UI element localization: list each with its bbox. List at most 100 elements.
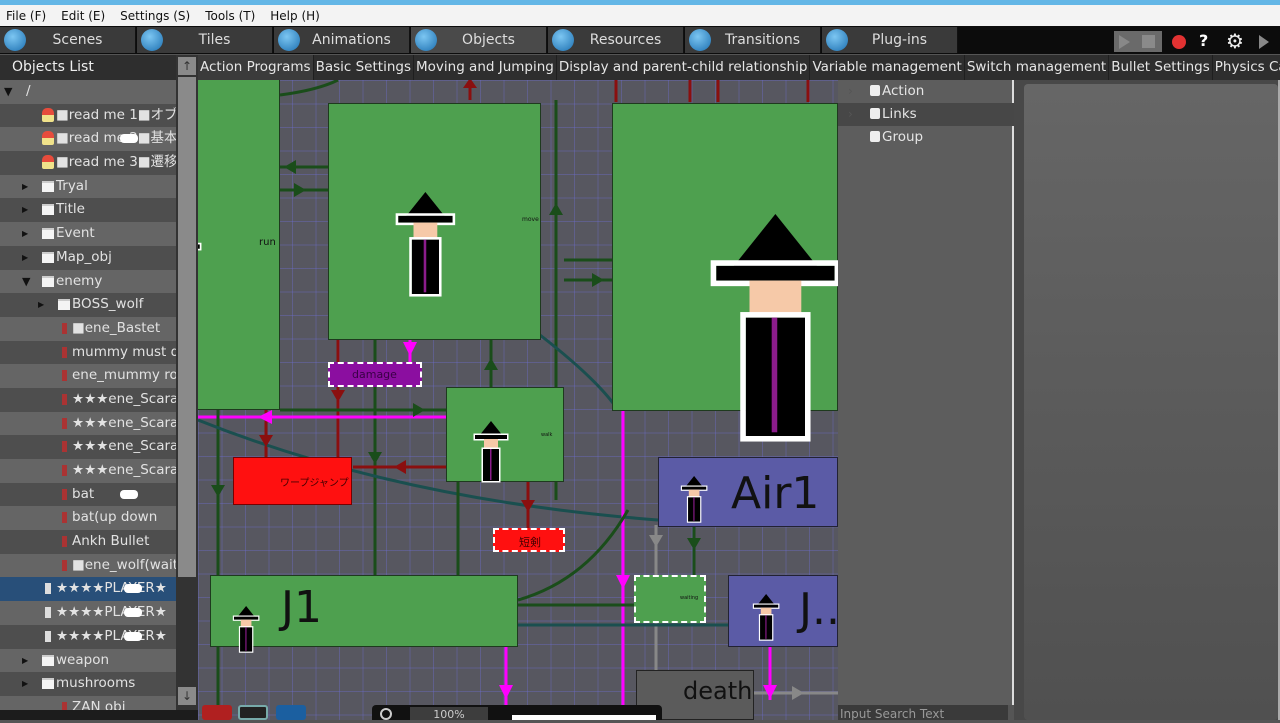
tree-item-label: bat(up down — [72, 509, 158, 526]
zoom-level[interactable]: 100% — [410, 707, 488, 721]
chevron-right-icon[interactable]: ▶ — [22, 198, 28, 221]
tree-item[interactable]: ■read me 3■遷移 — [0, 151, 176, 175]
tree-item[interactable]: ▶ Event — [0, 222, 176, 246]
tab-resources[interactable]: Resources — [548, 27, 684, 53]
node-damage[interactable]: damage — [328, 362, 422, 387]
menu-file[interactable]: File (F) — [6, 9, 46, 23]
tab-animations[interactable]: Animations — [274, 27, 410, 53]
tree-item[interactable]: ▶ Tryal — [0, 174, 176, 199]
tree-item[interactable]: ■read me 1■オブ — [0, 103, 176, 128]
menu-tools[interactable]: Tools (T) — [205, 9, 255, 23]
tree-item[interactable]: ★★★★PLAYER★ — [0, 577, 176, 602]
layout-icon[interactable] — [238, 705, 268, 720]
arrow-right-icon — [413, 403, 425, 417]
gear-icon[interactable]: ⚙ — [1226, 29, 1244, 53]
gamepad-icon — [124, 584, 142, 594]
tree-item[interactable]: ▶ Map_obj — [0, 245, 176, 270]
node-run[interactable]: run — [198, 80, 280, 410]
objects-list-scrollbar[interactable]: ↑ ↓ — [176, 55, 198, 720]
play-icon[interactable] — [1119, 35, 1130, 49]
gamepad-icon — [124, 608, 142, 618]
node-large-sprite[interactable] — [612, 103, 838, 442]
chevron-right-icon[interactable]: ▶ — [22, 175, 28, 198]
subtab-bullet-settings[interactable]: Bullet Settings — [1109, 55, 1213, 80]
menu-help[interactable]: Help (H) — [270, 9, 320, 23]
scroll-thumb[interactable] — [178, 77, 196, 577]
subtab-variable-management[interactable]: Variable management — [810, 55, 965, 80]
record-icon[interactable] — [1172, 35, 1186, 49]
tree-item[interactable]: ▶ Title — [0, 198, 176, 223]
menu-settings[interactable]: Settings (S) — [120, 9, 190, 23]
scroll-up-icon[interactable]: ↑ — [178, 57, 196, 75]
folder-icon — [42, 251, 54, 263]
tree-item[interactable]: ■read me 2■基本 — [0, 127, 176, 152]
node-walk[interactable]: walk — [446, 387, 564, 483]
tree-item[interactable]: ■ene_wolf(wait — [0, 553, 176, 578]
subtab-action-programs[interactable]: Action Programs — [198, 55, 314, 80]
node-warp-jump[interactable]: ワープジャンプ — [233, 457, 352, 505]
tree-item[interactable]: ★★★ene_Scara — [0, 459, 176, 483]
tab-transitions[interactable]: Transitions — [685, 27, 821, 53]
menu-edit[interactable]: Edit (E) — [61, 9, 105, 23]
subtab-moving-jumping[interactable]: Moving and Jumping — [414, 55, 557, 80]
tab-tiles[interactable]: Tiles — [137, 27, 273, 53]
tree-item-label: / — [26, 83, 31, 99]
tree-item[interactable]: ▶ weapon — [0, 648, 176, 673]
chevron-right-icon[interactable]: ▶ — [22, 222, 28, 245]
object-sprite-icon — [62, 441, 67, 453]
node-short-sword[interactable]: 短剣 — [493, 528, 565, 552]
arrow-down-icon — [368, 452, 382, 464]
subtab-physics[interactable]: Physics Ca — [1213, 55, 1280, 80]
tree-item[interactable]: ▼ / — [0, 80, 176, 104]
tree-item[interactable]: bat(up down — [0, 506, 176, 531]
chevron-down-icon[interactable]: ▼ — [22, 270, 30, 293]
tab-plugins[interactable]: Plug-ins — [822, 27, 958, 53]
node-j1[interactable]: J1 — [210, 575, 518, 653]
tab-scenes[interactable]: Scenes — [0, 27, 136, 53]
object-sprite-icon — [62, 322, 67, 334]
node-waiting[interactable]: waiting — [634, 575, 706, 623]
play-small-icon[interactable] — [1259, 35, 1269, 49]
help-icon[interactable]: ? — [1199, 31, 1208, 50]
mushroom-icon — [42, 107, 54, 122]
scroll-down-icon[interactable]: ↓ — [178, 687, 196, 705]
tree-item[interactable]: ■ene_Bastet — [0, 316, 176, 341]
subtab-basic-settings[interactable]: Basic Settings — [314, 55, 414, 80]
tree-item[interactable]: Ankh Bullet — [0, 530, 176, 554]
subtab-display-parent-child[interactable]: Display and parent-child relationship — [557, 55, 811, 80]
tree-item[interactable]: ZAN obj — [0, 695, 176, 710]
zoom-slider[interactable] — [512, 715, 656, 720]
chevron-right-icon[interactable]: ▶ — [22, 246, 28, 269]
zoom-icon[interactable] — [380, 708, 392, 720]
tree-item[interactable]: ★★★ene_Scara — [0, 411, 176, 436]
stop-icon[interactable] — [1142, 35, 1155, 48]
chevron-right-icon[interactable]: ▶ — [22, 672, 28, 695]
arrow-down-icon — [649, 535, 663, 547]
panel-item-group[interactable]: Group — [838, 126, 1014, 149]
tree-item[interactable]: ene_mummy rou — [0, 364, 176, 388]
tree-item[interactable]: ★★★ene_Scara — [0, 387, 176, 412]
tab-objects[interactable]: Objects — [411, 27, 547, 53]
tree-item[interactable]: mummy must die — [0, 340, 176, 365]
chevron-down-icon[interactable]: ▼ — [4, 80, 12, 103]
tree-item[interactable]: ★★★★PLAYER★ — [0, 601, 176, 625]
grid-icon[interactable] — [276, 705, 306, 720]
tree-item[interactable]: ▼ enemy — [0, 269, 176, 294]
node-air1[interactable]: Air1 — [658, 457, 838, 527]
search-input[interactable]: Input Search Text — [838, 705, 1008, 720]
subtab-switch-management[interactable]: Switch management — [965, 55, 1110, 80]
chevron-right-icon[interactable]: ▶ — [38, 293, 44, 316]
tree-item[interactable]: bat — [0, 482, 176, 507]
node-move[interactable]: move — [328, 103, 541, 340]
link — [279, 80, 339, 97]
tree-item[interactable]: ★★★ene_Scara — [0, 435, 176, 459]
tree-item[interactable]: ▶ mushrooms — [0, 672, 176, 696]
node-j2[interactable]: J.. — [728, 575, 838, 647]
chevron-right-icon[interactable]: ▶ — [22, 649, 28, 672]
action-program-canvas[interactable]: run move damage walk ワープジャンプ 短剣 Air1 wai… — [198, 80, 838, 720]
panel-item-action[interactable]: › Action — [838, 80, 1014, 103]
tree-item[interactable]: ★★★★PLAYER★ — [0, 624, 176, 649]
brush-icon[interactable] — [202, 705, 232, 720]
panel-item-links[interactable]: › Links — [838, 103, 1014, 126]
tree-item[interactable]: ▶ BOSS_wolf — [0, 293, 176, 317]
